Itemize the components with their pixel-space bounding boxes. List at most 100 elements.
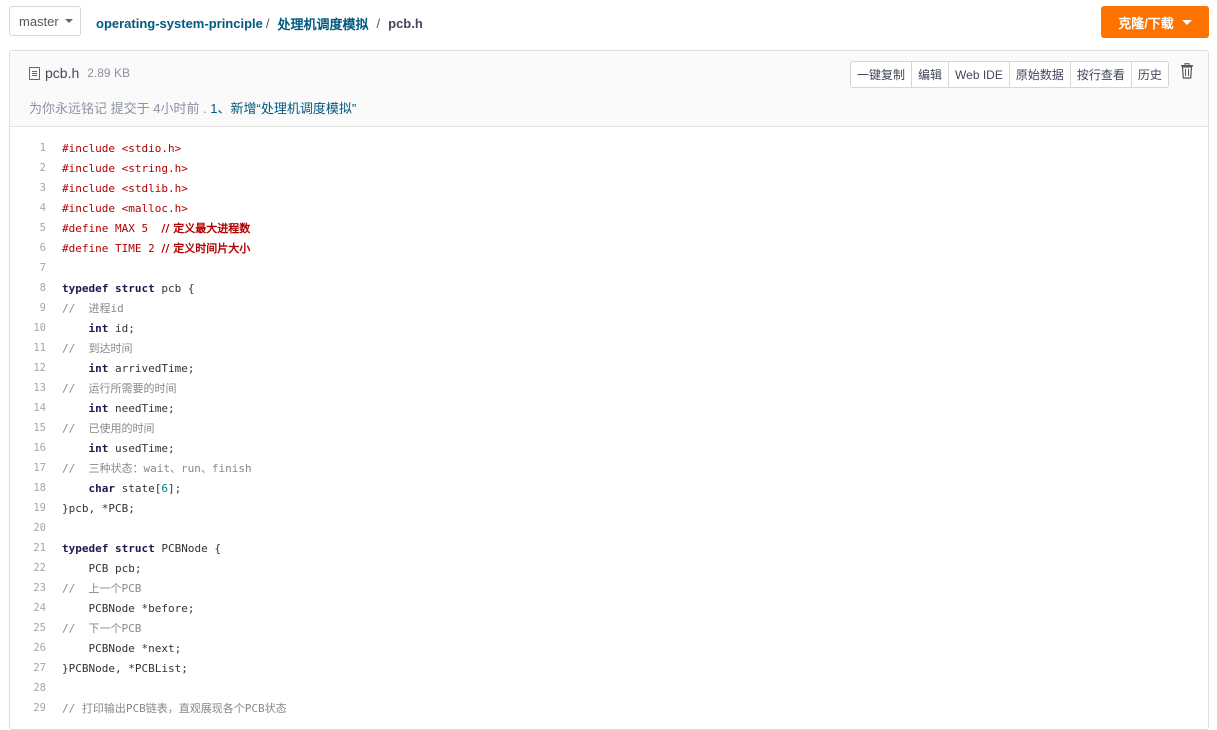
commit-author-time: 为你永远铭记 提交于 4小时前 . bbox=[29, 101, 211, 116]
trash-icon[interactable] bbox=[1180, 63, 1194, 79]
breadcrumb-folder-link[interactable]: 处理机调度模拟 bbox=[278, 14, 369, 33]
line-number: 26 bbox=[33, 642, 46, 654]
code-token: }PCBNode, *PCBList; bbox=[62, 661, 188, 675]
line-number: 14 bbox=[33, 402, 46, 414]
edit-button[interactable]: 编辑 bbox=[911, 62, 948, 87]
code-token: state[ bbox=[115, 481, 162, 495]
code-text: int usedTime; bbox=[62, 442, 175, 455]
code-text: }pcb, *PCB; bbox=[62, 502, 135, 515]
code-line: 10 int id; bbox=[10, 318, 287, 338]
line-number: 13 bbox=[33, 382, 46, 394]
line-number: 5 bbox=[39, 222, 46, 234]
line-number: 20 bbox=[33, 522, 46, 534]
code-text: int needTime; bbox=[62, 402, 175, 415]
code-text: #include <malloc.h> bbox=[62, 202, 188, 215]
code-text: #include <stdlib.h> bbox=[62, 182, 188, 195]
history-button[interactable]: 历史 bbox=[1130, 62, 1168, 87]
line-number: 11 bbox=[33, 342, 46, 354]
line-number: 23 bbox=[33, 582, 46, 594]
chevron-down-icon bbox=[1181, 19, 1192, 25]
code-text: }PCBNode, *PCBList; bbox=[62, 662, 188, 675]
code-token: // 进程id bbox=[62, 302, 124, 315]
code-line: 6 #define TIME 2 // 定义时间片大小 bbox=[10, 238, 287, 258]
web-ide-button[interactable]: Web IDE bbox=[948, 62, 1009, 87]
line-number: 15 bbox=[33, 422, 46, 434]
line-number: 12 bbox=[33, 362, 46, 374]
code-line: 17 // 三种状态：wait、run、finish bbox=[10, 458, 287, 478]
code-token: // 打印输出PCB链表，直观展现各个PCB状态 bbox=[62, 702, 287, 715]
code-token: }pcb, *PCB; bbox=[62, 501, 135, 515]
code-token: PCBNode *next; bbox=[62, 641, 182, 655]
code-token: PCBNode { bbox=[154, 541, 221, 555]
code-token: #include <malloc.h> bbox=[62, 201, 188, 215]
code-line: 29 // 打印输出PCB链表，直观展现各个PCB状态 bbox=[10, 698, 287, 718]
code-text: #define MAX 5 // 定义最大进程数 bbox=[62, 220, 250, 236]
line-number: 4 bbox=[39, 202, 46, 214]
line-number: 18 bbox=[33, 482, 46, 494]
code-token: // 定义时间片大小 bbox=[161, 242, 251, 255]
line-number: 3 bbox=[39, 182, 46, 194]
code-line: 26 PCBNode *next; bbox=[10, 638, 287, 658]
breadcrumb: operating-system-principle / 处理机调度模拟 / p… bbox=[96, 14, 423, 33]
code-token: #define TIME 2 bbox=[62, 242, 162, 255]
line-number: 29 bbox=[33, 702, 46, 714]
code-text: PCBNode *before; bbox=[62, 602, 194, 615]
code-line: 24 PCBNode *before; bbox=[10, 598, 287, 618]
blame-button[interactable]: 按行查看 bbox=[1069, 62, 1131, 87]
code-token: int bbox=[88, 361, 109, 375]
code-text: // 到达时间 bbox=[62, 340, 133, 356]
code-line: 2 #include <string.h> bbox=[10, 158, 287, 178]
top-bar: master operating-system-principle / 处理机调… bbox=[0, 0, 1217, 45]
raw-button[interactable]: 原始数据 bbox=[1008, 62, 1070, 87]
line-number: 16 bbox=[33, 442, 46, 454]
code-line: 8 typedef struct pcb { bbox=[10, 278, 287, 298]
line-number: 2 bbox=[39, 162, 46, 174]
code-view: 1 #include <stdio.h> 2 #include <string.h> 3… bbox=[10, 138, 287, 718]
code-text: // 三种状态：wait、run、finish bbox=[62, 460, 252, 476]
commit-info: 为你永远铭记 提交于 4小时前 . 1、新增“处理机调度模拟” bbox=[29, 98, 356, 117]
code-text: char state[6]; bbox=[62, 481, 182, 495]
code-token: #include <stdio.h> bbox=[62, 141, 182, 155]
code-line: 19}pcb, *PCB; bbox=[10, 498, 287, 518]
code-line: 21 typedef struct PCBNode { bbox=[10, 538, 287, 558]
line-number: 24 bbox=[33, 602, 46, 614]
code-token: int bbox=[88, 321, 109, 335]
branch-selector[interactable]: master bbox=[9, 6, 81, 36]
breadcrumb-repo-link[interactable]: operating-system-principle bbox=[96, 16, 263, 31]
code-token: int bbox=[88, 401, 109, 415]
file-viewer: pcb.h 2.89 KB 为你永远铭记 提交于 4小时前 . 1、新增“处理机… bbox=[9, 50, 1209, 730]
code-token: // 运行所需要的时间 bbox=[62, 382, 177, 395]
file-icon bbox=[29, 66, 40, 80]
code-token: char bbox=[88, 481, 116, 495]
breadcrumb-current-file: pcb.h bbox=[388, 16, 423, 31]
code-text: // 运行所需要的时间 bbox=[62, 380, 177, 396]
copy-all-button[interactable]: 一键复制 bbox=[851, 62, 911, 87]
code-text: typedef struct PCBNode { bbox=[62, 542, 221, 555]
code-text: int id; bbox=[62, 322, 135, 335]
code-line: 7 bbox=[10, 258, 287, 278]
code-line: 20 bbox=[10, 518, 287, 538]
line-number: 9 bbox=[39, 302, 46, 314]
code-text: int arrivedTime; bbox=[62, 361, 195, 375]
code-text: #include <string.h> bbox=[62, 162, 188, 175]
code-line: 11 // 到达时间 bbox=[10, 338, 287, 358]
code-line: 13 // 运行所需要的时间 bbox=[10, 378, 287, 398]
code-line: 5 #define MAX 5 // 定义最大进程数 bbox=[10, 218, 287, 238]
code-token: typedef bbox=[62, 281, 109, 295]
clone-download-button[interactable]: 克隆/下载 bbox=[1101, 6, 1209, 38]
code-token: // 下一个PCB bbox=[62, 622, 142, 635]
branch-label: master bbox=[19, 13, 59, 29]
code-line: 12 int arrivedTime; bbox=[10, 358, 287, 378]
code-line: 14 int needTime; bbox=[10, 398, 287, 418]
line-number: 1 bbox=[39, 142, 46, 154]
code-line: 28 bbox=[10, 678, 287, 698]
code-text: typedef struct pcb { bbox=[62, 282, 194, 295]
code-text: // 已使用的时间 bbox=[62, 420, 155, 436]
commit-message-link[interactable]: 1、新增“处理机调度模拟” bbox=[210, 101, 356, 116]
code-text: #define TIME 2 // 定义时间片大小 bbox=[62, 240, 250, 256]
